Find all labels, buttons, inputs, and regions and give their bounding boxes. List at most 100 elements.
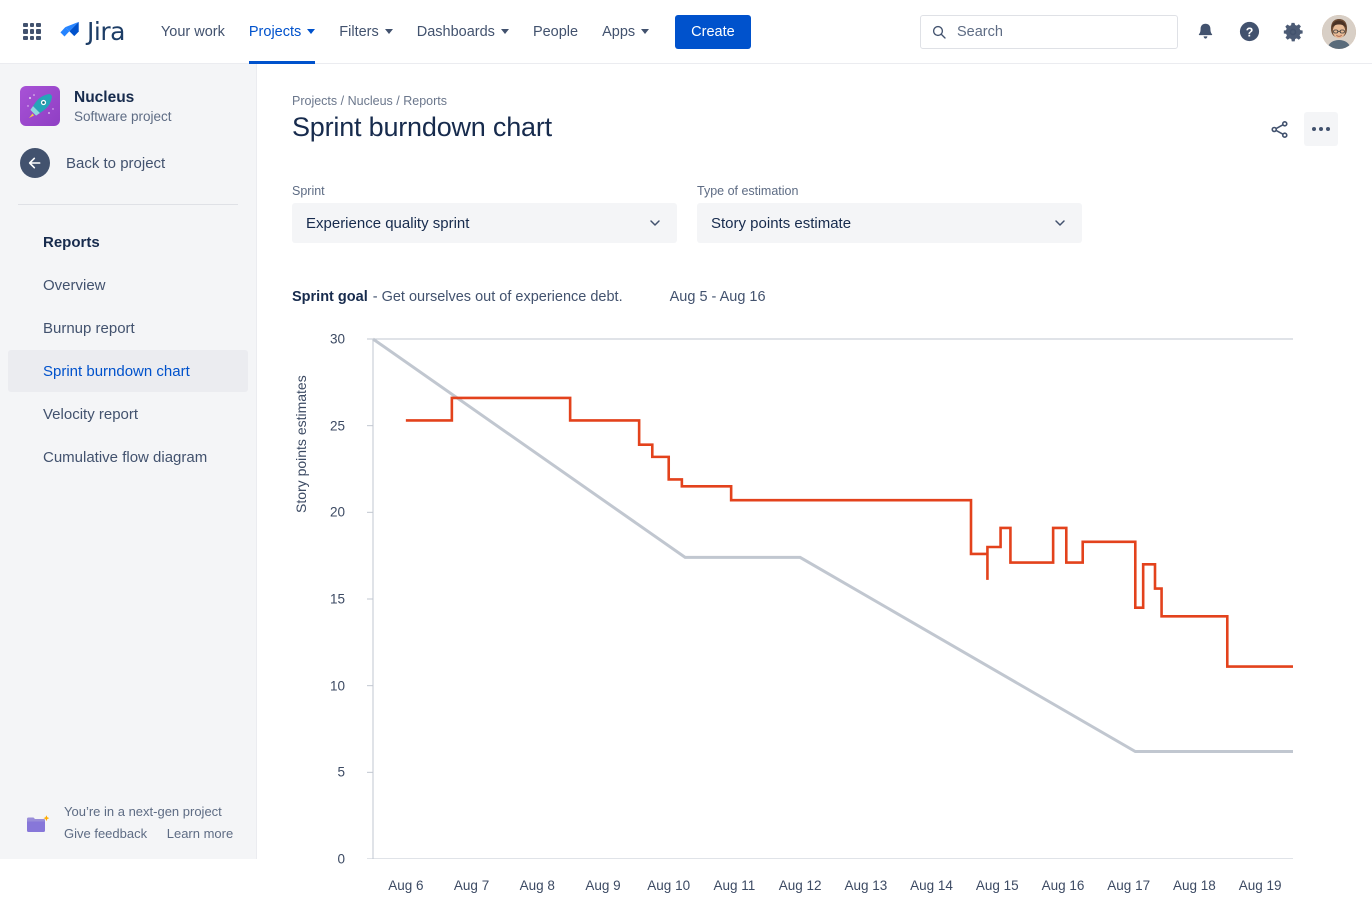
sprint-dates: Aug 5 - Aug 16 (670, 289, 766, 305)
nav-item-apps[interactable]: Apps (590, 0, 661, 64)
sidebar-item-label: Overview (43, 277, 106, 294)
svg-text:?: ? (1245, 25, 1253, 39)
sidebar-heading-reports: Reports (8, 221, 248, 263)
report-filters: Sprint Experience quality sprint Type of… (292, 184, 1082, 243)
nav-label: Your work (161, 24, 225, 40)
rocket-icon (20, 86, 60, 126)
sidebar-nav: Reports Overview Burnup report Sprint bu… (0, 221, 256, 478)
back-to-project-label: Back to project (66, 155, 165, 172)
chevron-down-icon (307, 29, 315, 34)
x-axis-tick-label: Aug 13 (835, 877, 897, 895)
sidebar-item-cumulative-flow-diagram[interactable]: Cumulative flow diagram (8, 436, 248, 478)
gear-icon (1282, 21, 1304, 43)
x-axis-tick-label: Aug 16 (1032, 877, 1094, 895)
x-axis-tick-label: Aug 8 (506, 877, 568, 895)
x-axis-tick-label: Aug 19 (1229, 877, 1291, 895)
sidebar-item-label: Reports (43, 234, 100, 251)
sidebar-item-label: Burnup report (43, 320, 135, 337)
breadcrumb-item-projects[interactable]: Projects (292, 94, 337, 108)
project-type: Software project (74, 109, 172, 124)
estimation-type-select[interactable]: Story points estimate (697, 203, 1082, 243)
sidebar-item-velocity-report[interactable]: Velocity report (8, 393, 248, 435)
learn-more-link[interactable]: Learn more (167, 826, 233, 841)
avatar-image (1322, 15, 1356, 49)
chevron-down-icon (1052, 215, 1068, 231)
sidebar-item-sprint-burndown-chart[interactable]: Sprint burndown chart (8, 350, 248, 392)
breadcrumb: Projects / Nucleus / Reports (292, 94, 447, 108)
x-axis-ticks: Aug 6Aug 7Aug 8Aug 9Aug 10Aug 11Aug 12Au… (257, 859, 1372, 919)
rocket-glyph (20, 86, 60, 126)
nav-item-people[interactable]: People (521, 0, 590, 64)
project-name: Nucleus (74, 88, 172, 107)
estimation-type-label: Type of estimation (697, 184, 1082, 198)
search-input[interactable] (955, 23, 1145, 41)
sidebar-divider (18, 204, 238, 205)
breadcrumb-item-nucleus[interactable]: Nucleus (348, 94, 393, 108)
nav-item-projects[interactable]: Projects (237, 0, 327, 64)
project-sidebar: Nucleus Software project Back to project… (0, 64, 257, 859)
nav-item-your-work[interactable]: Your work (149, 0, 237, 64)
dot (1326, 127, 1330, 131)
project-header[interactable]: Nucleus Software project (0, 64, 256, 126)
chevron-down-icon (647, 215, 663, 231)
jira-mark-icon (58, 19, 84, 45)
folder-sparkle-icon (26, 814, 52, 838)
nav-label: Dashboards (417, 24, 495, 40)
x-axis-tick-label: Aug 11 (703, 877, 765, 895)
y-axis-tick-label: 5 (337, 765, 345, 780)
sidebar-footer: You’re in a next-gen project Give feedba… (0, 804, 257, 841)
avatar[interactable] (1322, 15, 1356, 49)
breadcrumb-separator: / (341, 94, 344, 108)
nav-right-actions: ? (920, 15, 1372, 49)
x-axis-tick-label: Aug 15 (966, 877, 1028, 895)
share-icon (1269, 119, 1290, 140)
back-to-project-button[interactable]: Back to project (0, 126, 256, 178)
jira-logo[interactable]: Jira (58, 17, 125, 46)
y-axis-tick-label: 15 (330, 592, 345, 607)
nav-item-filters[interactable]: Filters (327, 0, 404, 64)
chevron-down-icon (641, 29, 649, 34)
estimation-type-value: Story points estimate (711, 215, 851, 232)
project-meta: Nucleus Software project (74, 88, 172, 124)
main-content: Projects / Nucleus / Reports Sprint burn… (257, 64, 1372, 859)
chevron-down-icon (501, 29, 509, 34)
breadcrumb-separator: / (396, 94, 399, 108)
search-box[interactable] (920, 15, 1178, 49)
nav-item-dashboards[interactable]: Dashboards (405, 0, 521, 64)
chevron-down-icon (385, 29, 393, 34)
sprint-select[interactable]: Experience quality sprint (292, 203, 677, 243)
breadcrumb-item-reports[interactable]: Reports (403, 94, 447, 108)
create-button[interactable]: Create (675, 15, 751, 49)
remaining-values-series (406, 398, 1293, 667)
give-feedback-link[interactable]: Give feedback (64, 826, 147, 841)
nav-label: Filters (339, 24, 378, 40)
sprint-field-label: Sprint (292, 184, 677, 198)
arrow-left-icon (27, 155, 43, 171)
next-gen-text: You’re in a next-gen project (64, 804, 233, 819)
next-gen-badge-icon (26, 814, 52, 836)
y-axis-tick-label: 30 (330, 332, 345, 347)
grid-apps-icon[interactable] (16, 16, 48, 48)
y-axis-tick-label: 20 (330, 505, 345, 520)
dot (1319, 127, 1323, 131)
x-axis-tick-label: Aug 12 (769, 877, 831, 895)
help-icon[interactable]: ? (1232, 15, 1266, 49)
settings-icon[interactable] (1276, 15, 1310, 49)
sidebar-item-label: Cumulative flow diagram (43, 449, 207, 466)
estimation-type-field: Type of estimation Story points estimate (697, 184, 1082, 243)
sidebar-item-burnup-report[interactable]: Burnup report (8, 307, 248, 349)
share-button[interactable] (1262, 112, 1296, 146)
burndown-chart: Story points estimates 051015202530 Aug … (257, 328, 1372, 859)
x-axis-tick-label: Aug 14 (901, 877, 963, 895)
nav-label: Projects (249, 24, 301, 40)
sprint-field: Sprint Experience quality sprint (292, 184, 677, 243)
y-axis-ticks: 051015202530 (277, 328, 345, 859)
notifications-icon[interactable] (1188, 15, 1222, 49)
sidebar-item-overview[interactable]: Overview (8, 264, 248, 306)
page-title: Sprint burndown chart (292, 112, 552, 143)
back-arrow-icon (20, 148, 50, 178)
more-options-button[interactable] (1304, 112, 1338, 146)
x-axis-tick-label: Aug 6 (375, 877, 437, 895)
bell-icon (1195, 21, 1216, 42)
sprint-goal-label: Sprint goal (292, 289, 368, 305)
